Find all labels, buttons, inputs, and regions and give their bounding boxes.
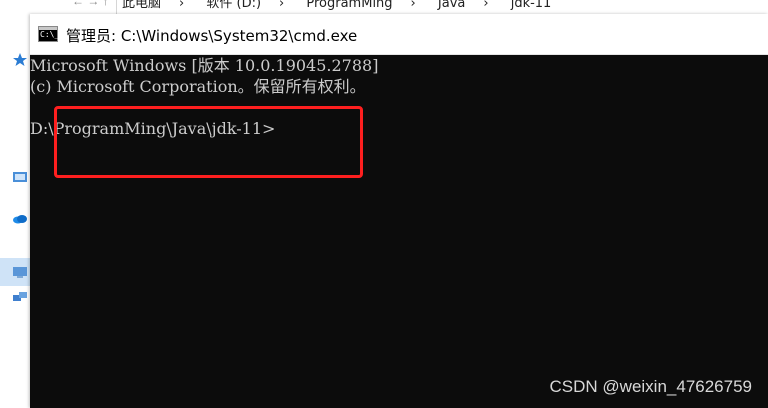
breadcrumb-item[interactable]: ProgramMing [306,0,392,11]
console-line: Microsoft Windows [版本 10.0.19045.2788] [30,56,379,75]
csdn-watermark: CSDN @weixin_47626759 [549,377,752,396]
prompt-highlight-box [54,106,363,178]
explorer-sidebar [0,14,30,408]
breadcrumb-item[interactable]: jdk-11 [511,0,552,11]
desktop-icon[interactable] [12,170,28,186]
console-line: (c) Microsoft Corporation。保留所有权利。 [30,77,366,96]
this-pc-icon [13,267,27,278]
explorer-nav-arrows[interactable]: ← → ↑ [72,0,109,8]
network-icon[interactable] [12,290,28,306]
breadcrumb-item[interactable]: 此电脑 [122,0,161,11]
onedrive-icon[interactable] [12,210,28,226]
breadcrumb-item[interactable]: Java [438,0,465,11]
window-title: 管理员: C:\Windows\System32\cmd.exe [66,27,358,45]
title-bar[interactable]: C:\_ 管理员: C:\Windows\System32\cmd.exe [30,14,768,55]
cmd-app-icon[interactable]: C:\_ [38,26,59,42]
sidebar-item-this-pc[interactable] [0,258,30,286]
breadcrumb-separator: › [410,0,416,11]
cmd-window[interactable]: C:\_ 管理员: C:\Windows\System32\cmd.exe Mi… [30,14,768,408]
explorer-divider [116,0,117,14]
quick-access-star-icon[interactable] [12,52,28,68]
breadcrumb-separator: › [179,0,185,11]
breadcrumb-item[interactable]: 软件 (D:) [206,0,261,11]
breadcrumb-separator: › [279,0,285,11]
explorer-breadcrumb: 此电脑 › 软件 (D:) › ProgramMing › Java › jdk-11 [122,0,569,11]
breadcrumb-separator: › [483,0,489,11]
explorer-address-bar: ← → ↑ 此电脑 › 软件 (D:) › ProgramMing › Java › j… [0,0,768,14]
